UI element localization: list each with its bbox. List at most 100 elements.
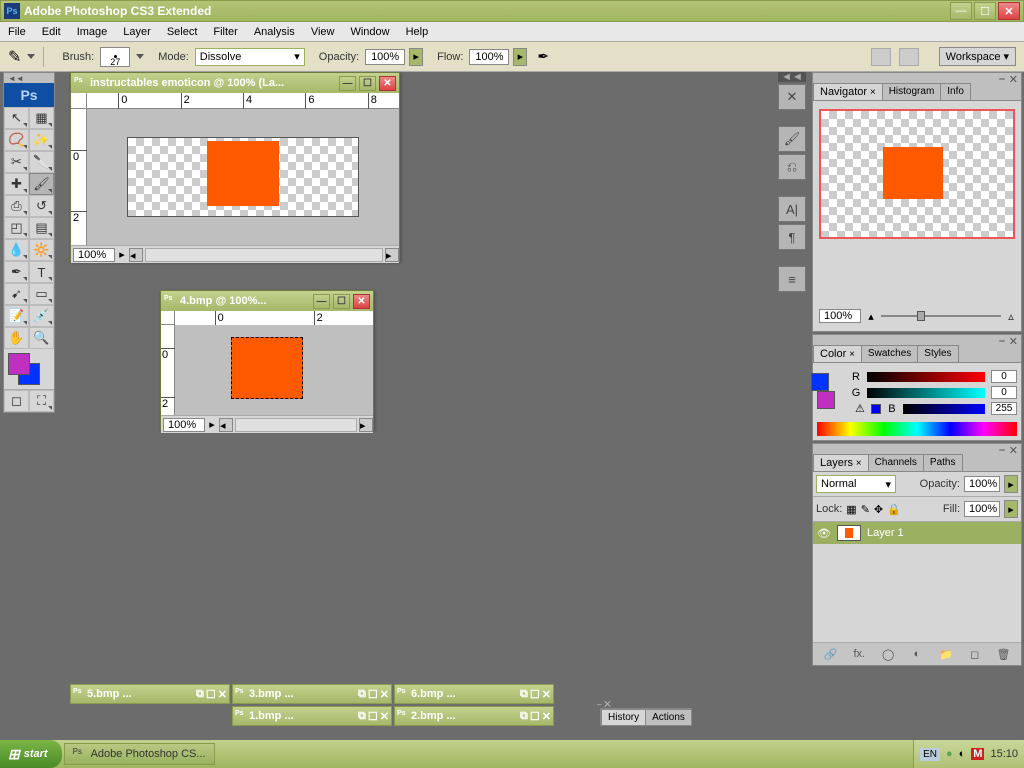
- flow-input[interactable]: 100%: [469, 49, 509, 65]
- tab-actions[interactable]: Actions: [645, 709, 692, 725]
- tab-layers[interactable]: Layers ×: [813, 454, 869, 471]
- vdock-paragraph-icon[interactable]: ¶: [778, 224, 806, 250]
- layer-opacity-arrow[interactable]: ▸: [1004, 475, 1018, 493]
- scroll-left-icon[interactable]: ◂: [129, 248, 143, 262]
- menu-analysis[interactable]: Analysis: [246, 24, 303, 40]
- history-panel-grip[interactable]: ⎯ ✕: [597, 699, 691, 710]
- foreground-color-swatch[interactable]: [8, 353, 30, 375]
- min-doc-6bmp[interactable]: Ps6.bmp ...⧉☐✕: [394, 684, 554, 704]
- doc-4bmp-zoom[interactable]: 100%: [163, 418, 205, 432]
- b-value[interactable]: 255: [991, 402, 1017, 415]
- lock-position-icon[interactable]: ✥: [874, 503, 883, 516]
- color-fg-swatch[interactable]: [817, 391, 835, 409]
- minimize-button[interactable]: —: [950, 2, 972, 20]
- vdock-grip[interactable]: ◄◄: [778, 72, 806, 82]
- color-bg-swatch[interactable]: [811, 373, 829, 391]
- r-value[interactable]: 0: [991, 370, 1017, 383]
- type-tool[interactable]: T: [29, 261, 54, 283]
- marquee-tool[interactable]: ▦: [29, 107, 54, 129]
- tab-navigator[interactable]: Navigator ×: [813, 83, 883, 100]
- menu-edit[interactable]: Edit: [34, 24, 69, 40]
- blur-tool[interactable]: 💧: [4, 239, 29, 261]
- heal-tool[interactable]: ✚: [4, 173, 29, 195]
- tray-icon-1[interactable]: ●: [946, 748, 953, 760]
- tool-preset-picker[interactable]: [27, 54, 35, 59]
- doc-4bmp-maximize[interactable]: ☐: [333, 294, 350, 309]
- tab-histogram[interactable]: Histogram: [882, 83, 942, 100]
- shape-tool[interactable]: ▭: [29, 283, 54, 305]
- fill-input[interactable]: 100%: [964, 501, 1000, 517]
- b-slider[interactable]: [903, 404, 985, 414]
- navigator-zoom-input[interactable]: 100%: [819, 309, 861, 323]
- flow-arrow-icon[interactable]: ▸: [513, 48, 527, 66]
- tab-paths[interactable]: Paths: [923, 454, 963, 471]
- quickmask-tool[interactable]: ◻: [4, 390, 29, 412]
- lasso-tool[interactable]: 📿: [4, 129, 29, 151]
- min-doc-5bmp[interactable]: Ps5.bmp ...⧉☐✕: [70, 684, 230, 704]
- history-panel-minimized[interactable]: History Actions ⎯ ✕: [600, 708, 692, 726]
- start-button[interactable]: ⊞ start: [0, 740, 62, 768]
- notes-tool[interactable]: 📝: [4, 305, 29, 327]
- opacity-arrow-icon[interactable]: ▸: [409, 48, 423, 66]
- layer-thumbnail[interactable]: [837, 525, 861, 541]
- brush-tool[interactable]: 🖌: [29, 173, 54, 195]
- menu-filter[interactable]: Filter: [205, 24, 245, 40]
- wand-tool[interactable]: ✨: [29, 129, 54, 151]
- navigator-zoom-slider[interactable]: [881, 315, 1001, 317]
- zoom-in-icon[interactable]: ▵: [1005, 310, 1017, 322]
- opacity-input[interactable]: 100%: [365, 49, 405, 65]
- canvas-main[interactable]: [87, 109, 399, 245]
- tab-history[interactable]: History: [601, 709, 646, 725]
- hand-tool[interactable]: ✋: [4, 327, 29, 349]
- r-slider[interactable]: [867, 372, 985, 382]
- menu-help[interactable]: Help: [398, 24, 437, 40]
- scroll-right-icon[interactable]: ▸: [359, 418, 373, 432]
- vdock-character-icon[interactable]: A|: [778, 196, 806, 222]
- lock-pixels-icon[interactable]: ✎: [861, 503, 870, 516]
- brush-tool-icon[interactable]: ✎: [8, 47, 21, 67]
- tab-channels[interactable]: Channels: [868, 454, 924, 471]
- eraser-tool[interactable]: ◰: [4, 217, 29, 239]
- adjustment-layer-icon[interactable]: ◐: [908, 646, 926, 662]
- doc-main-title-bar[interactable]: Ps instructables emoticon @ 100% (La... …: [71, 73, 399, 93]
- doc-main-minimize[interactable]: —: [339, 76, 356, 91]
- menu-window[interactable]: Window: [342, 24, 397, 40]
- min-doc-3bmp[interactable]: Ps3.bmp ...⧉☐✕: [232, 684, 392, 704]
- color-grip[interactable]: ⎯✕: [813, 335, 1021, 345]
- scrollbar-h[interactable]: [145, 248, 383, 262]
- min-doc-1bmp[interactable]: Ps1.bmp ...⧉☐✕: [232, 706, 392, 726]
- tab-info[interactable]: Info: [940, 83, 971, 100]
- menu-file[interactable]: File: [0, 24, 34, 40]
- color-spectrum[interactable]: [817, 422, 1017, 436]
- pen-tool[interactable]: ✒: [4, 261, 29, 283]
- bridge-icon[interactable]: [899, 48, 919, 66]
- link-layers-icon[interactable]: 🔗: [821, 646, 839, 662]
- layers-grip[interactable]: ⎯✕: [813, 444, 1021, 454]
- brush-preset-picker[interactable]: 27: [100, 47, 130, 67]
- scroll-right-icon[interactable]: ▸: [385, 248, 399, 262]
- layer-mask-icon[interactable]: ◯: [879, 646, 897, 662]
- min-doc-2bmp[interactable]: Ps2.bmp ...⧉☐✕: [394, 706, 554, 726]
- slice-tool[interactable]: 🔪: [29, 151, 54, 173]
- canvas-4bmp[interactable]: [175, 325, 373, 415]
- tray-icon-2[interactable]: ◐: [959, 748, 966, 760]
- path-tool[interactable]: ➹: [4, 283, 29, 305]
- history-brush-tool[interactable]: ↺: [29, 195, 54, 217]
- vdock-clone-icon[interactable]: ⎌: [778, 154, 806, 180]
- menu-layer[interactable]: Layer: [115, 24, 159, 40]
- clock[interactable]: 15:10: [990, 748, 1018, 760]
- scrollbar-h[interactable]: [235, 418, 357, 432]
- layer-name[interactable]: Layer 1: [867, 527, 904, 539]
- screenmode-tool[interactable]: ⛶: [29, 390, 54, 412]
- stamp-tool[interactable]: ⎙: [4, 195, 29, 217]
- group-icon[interactable]: 📁: [937, 646, 955, 662]
- layer-opacity-input[interactable]: 100%: [964, 476, 1000, 492]
- doc-main-zoom[interactable]: 100%: [73, 248, 115, 262]
- vdock-tools-icon[interactable]: ✕: [778, 84, 806, 110]
- new-layer-icon[interactable]: ◻: [966, 646, 984, 662]
- navigator-grip[interactable]: ⎯✕: [813, 73, 1021, 83]
- doc-4bmp-close[interactable]: ✕: [353, 294, 370, 309]
- tab-swatches[interactable]: Swatches: [861, 345, 918, 362]
- menu-image[interactable]: Image: [69, 24, 116, 40]
- blend-mode-select[interactable]: Dissolve▾: [195, 48, 305, 66]
